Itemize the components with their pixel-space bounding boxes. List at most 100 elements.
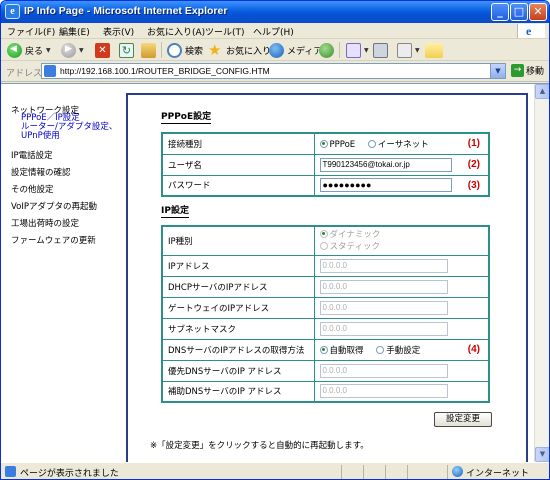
secondary-dns-input[interactable]: 0.0.0.0 — [319, 384, 448, 399]
nav-confirm-settings[interactable]: 設定情報の確認 — [11, 166, 71, 178]
minimize-button[interactable]: _ — [491, 3, 509, 21]
connection-type-cell: PPPoE イーサネット (1) — [313, 132, 490, 155]
forward-icon — [61, 42, 76, 58]
status-text: ページが表示されました — [20, 469, 119, 479]
radio-pppoe[interactable]: PPPoE — [319, 139, 355, 150]
menu-tools[interactable]: ツール(T) — [205, 25, 245, 38]
radio-dynamic[interactable]: ダイナミック — [319, 229, 474, 241]
print-icon — [373, 42, 388, 58]
menu-view[interactable]: 表示(V) — [103, 25, 134, 38]
primary-dns-cell: 0.0.0.0 — [313, 359, 490, 382]
menu-edit[interactable]: 編集(E) — [59, 25, 90, 38]
forward-button[interactable]: ▼ — [61, 42, 84, 58]
page-icon — [44, 65, 56, 77]
ie-icon: e — [5, 4, 20, 19]
edit-icon — [397, 42, 412, 58]
mail-button[interactable]: ▼ — [346, 42, 369, 58]
dhcp-server-input[interactable]: 0.0.0.0 — [319, 279, 448, 294]
nav-restart-adapter[interactable]: VoIPアダプタの再起動 — [11, 200, 97, 212]
table-row: ユーザ名 T990123456@tokai.or.jp (2) — [161, 153, 490, 176]
scroll-up-arrow-icon[interactable]: ▲ — [535, 84, 549, 99]
history-icon — [319, 42, 334, 58]
status-divider — [341, 465, 342, 479]
status-bar: ページが表示されました インターネット — [1, 462, 549, 479]
pppoe-table: 接続種別 PPPoE イーサネット (1) ユーザ名 T990123456@to… — [161, 132, 490, 197]
radio-icon — [319, 241, 328, 250]
maximize-button[interactable]: □ — [510, 3, 528, 21]
favorites-button[interactable]: ★ お気に入り — [208, 42, 271, 58]
secondary-dns-cell: 0.0.0.0 — [313, 380, 490, 403]
password-label: パスワード — [161, 174, 315, 197]
subnet-input[interactable]: 0.0.0.0 — [319, 321, 448, 336]
nav-firmware-update[interactable]: ファームウェアの更新 — [11, 234, 96, 246]
apply-settings-button[interactable]: 設定変更 — [434, 412, 492, 427]
table-row: IP種別 ダイナミック スタティック — [161, 225, 490, 256]
nav-sub-upnp[interactable]: UPnP使用 — [21, 132, 60, 141]
radio-dns-manual[interactable]: 手動設定 — [376, 344, 420, 356]
print-button[interactable] — [373, 42, 388, 58]
radio-dns-auto[interactable]: 自動取得 — [319, 344, 364, 356]
menu-help[interactable]: ヘルプ(H) — [253, 25, 294, 38]
go-button[interactable]: → 移動 — [511, 64, 544, 77]
dns-method-label: DNSサーバのIPアドレスの取得方法 — [161, 338, 315, 361]
primary-dns-input[interactable]: 0.0.0.0 — [319, 363, 448, 378]
home-button[interactable] — [141, 42, 156, 58]
annotation-4: (4) — [467, 343, 480, 355]
scroll-down-arrow-icon[interactable]: ▼ — [535, 447, 549, 462]
history-button[interactable] — [319, 42, 334, 58]
page-viewport: ネットワーク設定 PPPoE／IP設定 ルーター/アダプタ設定、 UPnP使用 … — [1, 83, 549, 463]
annotation-2: (2) — [467, 158, 480, 170]
address-dropdown[interactable]: ▼ — [490, 64, 505, 78]
dhcp-server-label: DHCPサーバのIPアドレス — [161, 275, 315, 298]
username-input[interactable]: T990123456@tokai.or.jp — [319, 157, 452, 172]
stop-icon: ✕ — [95, 42, 110, 58]
subnet-cell: 0.0.0.0 — [313, 317, 490, 340]
password-input[interactable]: ●●●●●●●●● — [319, 178, 452, 193]
back-button[interactable]: 戻る ▼ — [7, 42, 51, 58]
username-cell: T990123456@tokai.or.jp (2) — [313, 153, 490, 176]
internet-zone-icon — [452, 466, 463, 477]
page-done-icon — [5, 466, 16, 477]
menu-file[interactable]: ファイル(F) — [7, 25, 55, 38]
table-row: IPアドレス 0.0.0.0 — [161, 254, 490, 277]
table-row: サブネットマスク 0.0.0.0 — [161, 317, 490, 340]
nav-other-settings[interactable]: その他設定 — [11, 183, 54, 195]
media-button[interactable]: メディア — [269, 42, 322, 58]
table-row: 接続種別 PPPoE イーサネット (1) — [161, 132, 490, 155]
zone-text: インターネット — [466, 469, 530, 479]
table-row: DHCPサーバのIPアドレス 0.0.0.0 — [161, 275, 490, 298]
restart-note: ※「設定変更」をクリックすると自動的に再起動します。 — [150, 441, 369, 451]
nav-phone-settings[interactable]: IP電話設定 — [11, 149, 53, 161]
refresh-button[interactable]: ↻ — [119, 42, 134, 58]
home-icon — [141, 42, 156, 58]
vertical-scrollbar[interactable]: ▲ ▼ — [534, 84, 549, 462]
stop-button[interactable]: ✕ — [95, 42, 110, 58]
window-title: IP Info Page - Microsoft Internet Explor… — [24, 5, 228, 17]
table-row: 補助DNSサーバのIP アドレス 0.0.0.0 — [161, 380, 490, 403]
ip-table: IP種別 ダイナミック スタティック IPアドレス 0.0.0.0 DHCPサー… — [161, 225, 490, 403]
radio-static[interactable]: スタティック — [319, 241, 474, 253]
ip-address-input[interactable]: 0.0.0.0 — [319, 258, 448, 273]
ip-section-title: IP設定 — [161, 206, 189, 218]
annotation-1: (1) — [467, 138, 480, 149]
secondary-dns-label: 補助DNSサーバのIP アドレス — [161, 380, 315, 403]
close-button[interactable]: ✕ — [529, 3, 547, 21]
search-icon — [167, 42, 182, 58]
nav-factory-reset[interactable]: 工場出荷時の設定 — [11, 217, 79, 229]
address-input[interactable]: http://192.168.100.1/ROUTER_BRIDGE_CONFI… — [41, 63, 506, 79]
radio-selected-icon — [319, 229, 328, 238]
subnet-label: サブネットマスク — [161, 317, 315, 340]
radio-ethernet[interactable]: イーサネット — [367, 138, 429, 150]
search-button[interactable]: 検索 — [167, 42, 203, 58]
edit-button[interactable]: ▼ — [397, 42, 420, 58]
toolbar-separator — [339, 42, 340, 58]
title-bar[interactable]: e IP Info Page - Microsoft Internet Expl… — [1, 1, 549, 23]
ip-address-label: IPアドレス — [161, 254, 315, 277]
menu-bar: ファイル(F) 編集(E) 表示(V) お気に入り(A) ツール(T) ヘルプ(… — [1, 23, 549, 39]
radio-icon — [367, 139, 376, 148]
toolbar-separator — [161, 42, 162, 58]
folder-button[interactable] — [425, 42, 443, 58]
gateway-input[interactable]: 0.0.0.0 — [319, 300, 448, 315]
pppoe-section-title: PPPoE設定 — [161, 112, 212, 124]
menu-favorites[interactable]: お気に入り(A) — [147, 25, 205, 38]
